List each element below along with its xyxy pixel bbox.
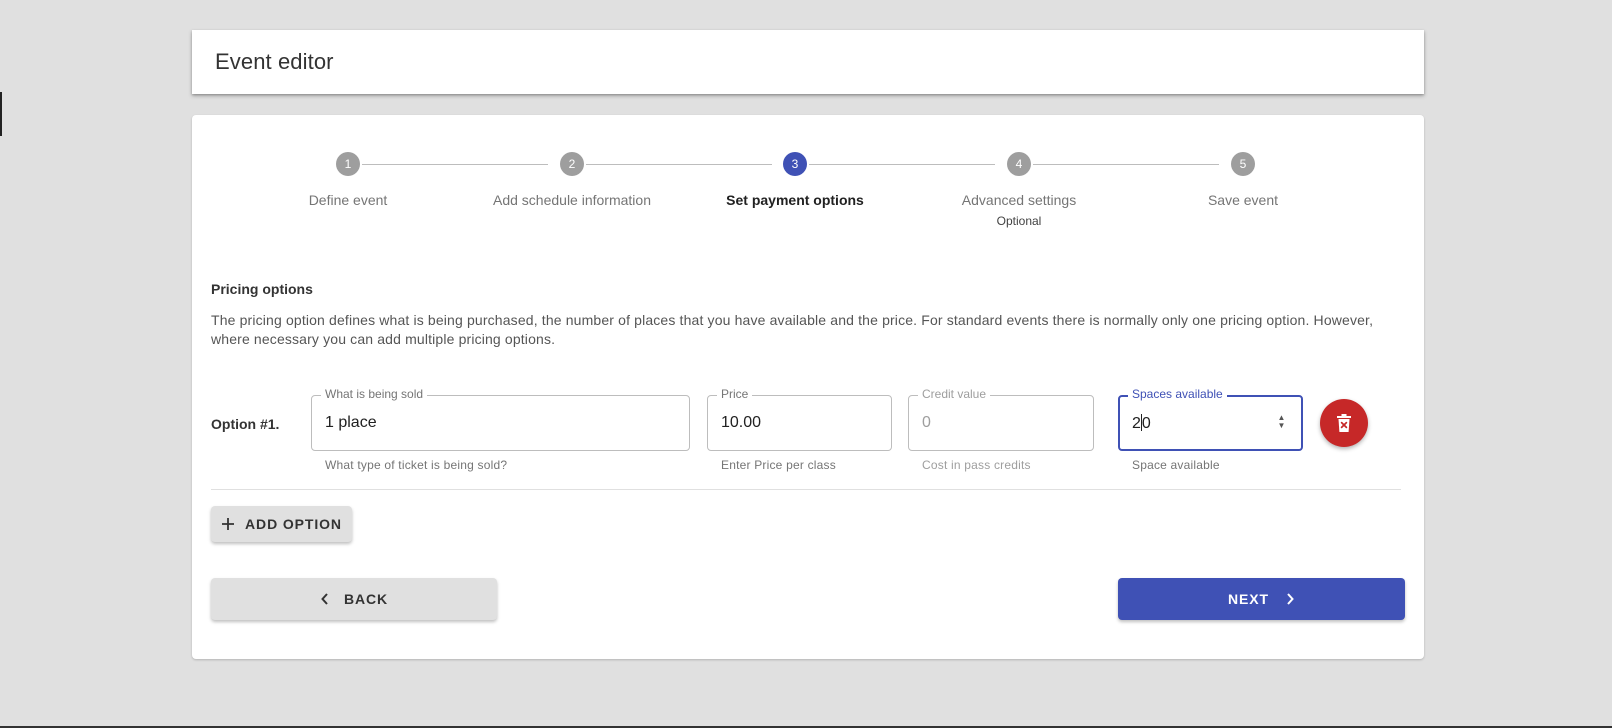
step-add-schedule[interactable]: 2 Add schedule information — [457, 152, 687, 208]
value-before-caret: 2 — [1132, 415, 1141, 432]
option-label: Option #1. — [211, 416, 280, 432]
field-value[interactable]: 1 place — [325, 414, 377, 432]
step-number: 5 — [1231, 152, 1255, 176]
plus-icon — [221, 517, 235, 531]
editor-card: 1 Define event 2 Add schedule informatio… — [192, 115, 1424, 659]
spaces-available-field[interactable]: Spaces available 20 ▲ ▼ Space available — [1118, 388, 1303, 472]
add-option-label: ADD OPTION — [245, 516, 342, 532]
field-value[interactable]: 20 — [1132, 414, 1151, 433]
step-label: Define event — [308, 192, 388, 208]
field-helper: Cost in pass credits — [922, 458, 1031, 472]
field-helper: Space available — [1132, 458, 1220, 472]
step-label: Save event — [1207, 192, 1279, 208]
field-label: Price — [717, 388, 753, 401]
value-after-caret: 0 — [1141, 415, 1151, 432]
what-sold-field[interactable]: What is being sold 1 place What type of … — [311, 388, 690, 472]
chevron-left-icon — [320, 592, 330, 606]
delete-icon — [1337, 414, 1351, 432]
number-spinner[interactable]: ▲ ▼ — [1276, 414, 1287, 430]
spin-down-icon[interactable]: ▼ — [1278, 422, 1286, 430]
next-button[interactable]: NEXT — [1118, 578, 1405, 620]
field-label: What is being sold — [321, 388, 428, 401]
add-option-button[interactable]: ADD OPTION — [211, 506, 352, 542]
step-number: 4 — [1007, 152, 1031, 176]
field-label: Spaces available — [1128, 388, 1227, 401]
step-advanced-settings[interactable]: 4 Advanced settings Optional — [904, 152, 1134, 228]
back-label: BACK — [343, 591, 389, 607]
step-label: Advanced settings — [961, 192, 1077, 208]
step-label: Set payment options — [726, 192, 864, 208]
step-optional-label: Optional — [996, 214, 1042, 228]
step-save-event[interactable]: 5 Save event — [1128, 152, 1358, 208]
field-value[interactable]: 10.00 — [721, 414, 761, 432]
step-define-event[interactable]: 1 Define event — [233, 152, 463, 208]
step-number: 2 — [560, 152, 584, 176]
window-edge — [0, 92, 2, 136]
delete-option-button[interactable] — [1320, 399, 1368, 447]
field-helper: What type of ticket is being sold? — [325, 458, 508, 472]
field-label: Credit value — [918, 388, 991, 401]
step-payment-options[interactable]: 3 Set payment options — [680, 152, 910, 208]
step-number: 1 — [336, 152, 360, 176]
pricing-description: The pricing option defines what is being… — [211, 312, 1374, 347]
next-label: NEXT — [1228, 591, 1269, 607]
step-label: Add schedule information — [493, 192, 651, 208]
step-number: 3 — [783, 152, 807, 176]
price-field[interactable]: Price 10.00 Enter Price per class — [707, 388, 892, 472]
stepper: 1 Define event 2 Add schedule informatio… — [192, 115, 1424, 255]
page-title: Event editor — [215, 49, 334, 74]
credit-value-field: Credit value 0 Cost in pass credits — [908, 388, 1094, 472]
pricing-title: Pricing options — [211, 281, 313, 297]
chevron-right-icon — [1285, 592, 1295, 606]
field-outline — [908, 395, 1094, 451]
divider — [211, 489, 1401, 490]
header-card: Event editor — [192, 30, 1424, 94]
back-button[interactable]: BACK — [211, 578, 497, 620]
field-value: 0 — [922, 414, 931, 431]
field-helper: Enter Price per class — [721, 458, 836, 472]
